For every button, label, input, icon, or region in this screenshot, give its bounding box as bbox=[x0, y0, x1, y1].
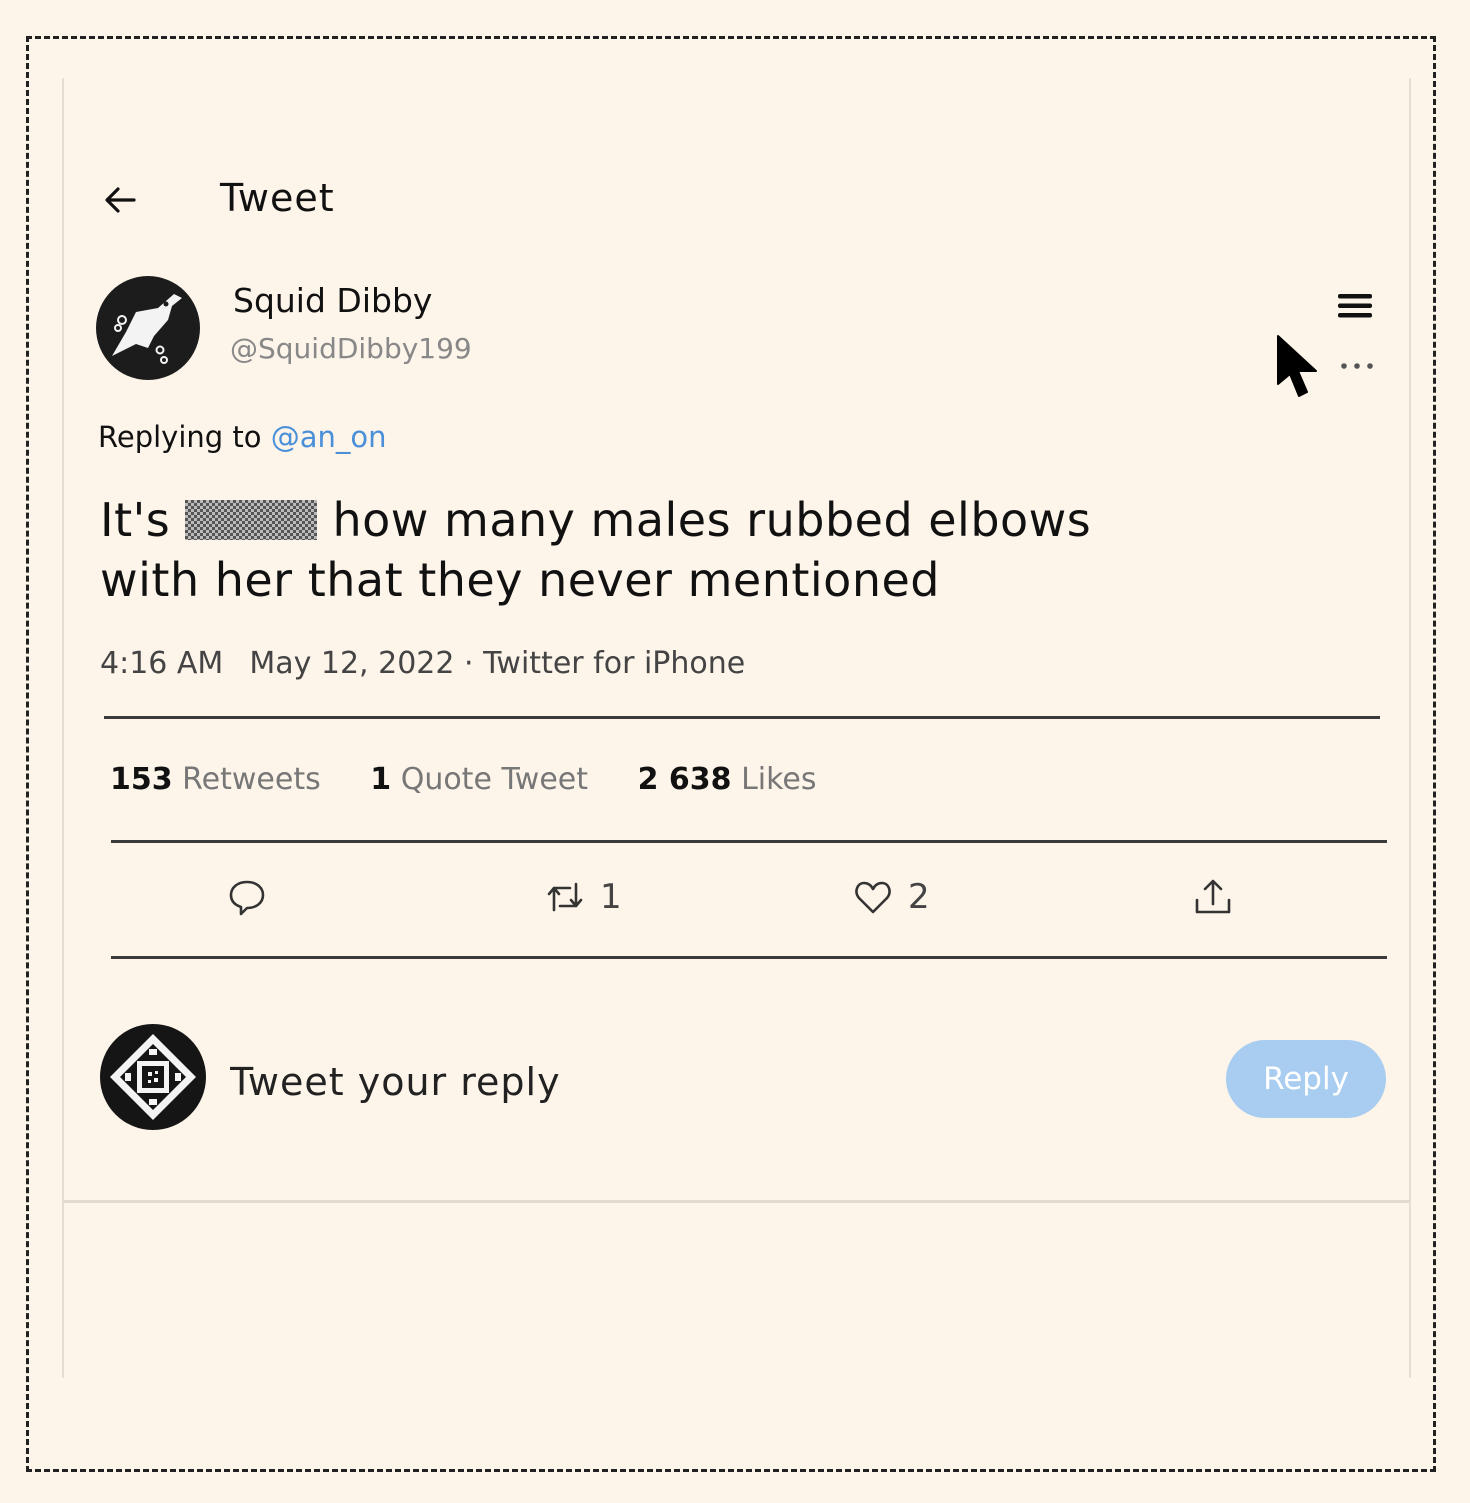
author-handle[interactable]: @SquidDibby199 bbox=[230, 332, 472, 365]
like-action-count: 2 bbox=[908, 877, 930, 917]
back-arrow-icon[interactable] bbox=[100, 180, 140, 220]
cursor-icon bbox=[1277, 335, 1317, 397]
author-avatar[interactable] bbox=[96, 276, 200, 380]
panel-bottom-divider bbox=[64, 1200, 1409, 1203]
share-action-button[interactable] bbox=[1192, 872, 1234, 922]
current-user-avatar[interactable] bbox=[100, 1024, 206, 1130]
retweets-label: Retweets bbox=[182, 762, 321, 797]
retweet-action-button[interactable]: 1 bbox=[544, 872, 622, 922]
reply-action-button[interactable] bbox=[226, 872, 268, 922]
likes-label: Likes bbox=[741, 762, 817, 797]
like-icon bbox=[855, 881, 891, 914]
quotes-label: Quote Tweet bbox=[400, 762, 589, 797]
quotes-count: 1 bbox=[370, 762, 392, 797]
more-icon[interactable] bbox=[1338, 356, 1378, 376]
divider bbox=[111, 840, 1387, 843]
retweets-count: 153 bbox=[110, 762, 173, 797]
reply-input[interactable] bbox=[230, 1060, 1130, 1104]
like-action-button[interactable]: 2 bbox=[852, 872, 930, 922]
redacted-word bbox=[185, 500, 318, 540]
replying-to: Replying to @an_on bbox=[98, 420, 387, 454]
panel-right-border bbox=[1409, 78, 1411, 1378]
share-icon bbox=[1195, 879, 1231, 914]
tweet-date-source[interactable]: May 12, 2022 · Twitter for iPhone bbox=[249, 646, 745, 681]
divider bbox=[111, 956, 1387, 959]
likes-stat[interactable]: 2 638 Likes bbox=[638, 762, 817, 797]
menu-icon[interactable] bbox=[1336, 290, 1374, 322]
retweet-action-count: 1 bbox=[600, 877, 622, 917]
reply-icon bbox=[229, 880, 265, 916]
replying-to-label: Replying to bbox=[98, 420, 262, 454]
pattern-avatar-icon bbox=[110, 1034, 196, 1120]
tweet-meta: 4:16 AM May 12, 2022 · Twitter for iPhone bbox=[100, 646, 745, 681]
panel-left-border bbox=[62, 78, 64, 1378]
author-display-name[interactable]: Squid Dibby bbox=[233, 281, 432, 320]
tweet-text: It's how many males rubbed elbows with h… bbox=[100, 490, 1200, 610]
tweet-time[interactable]: 4:16 AM bbox=[100, 646, 223, 681]
retweets-stat[interactable]: 153 Retweets bbox=[110, 762, 321, 797]
tweet-text-start: It's bbox=[100, 493, 171, 547]
quote-tweets-stat[interactable]: 1 Quote Tweet bbox=[370, 762, 588, 797]
dashed-frame bbox=[26, 36, 1436, 1472]
bird-avatar-icon bbox=[112, 294, 182, 364]
likes-count: 2 638 bbox=[637, 762, 732, 797]
divider bbox=[104, 716, 1380, 719]
reply-button[interactable]: Reply bbox=[1226, 1040, 1386, 1118]
tweet-stats: 153 Retweets 1 Quote Tweet 2 638 Likes bbox=[110, 762, 857, 797]
action-bar: 1 2 bbox=[110, 860, 1386, 940]
replying-to-mention[interactable]: @an_on bbox=[271, 420, 387, 454]
header: Tweet bbox=[100, 170, 600, 230]
page-title: Tweet bbox=[220, 176, 335, 220]
retweet-icon bbox=[547, 882, 583, 912]
